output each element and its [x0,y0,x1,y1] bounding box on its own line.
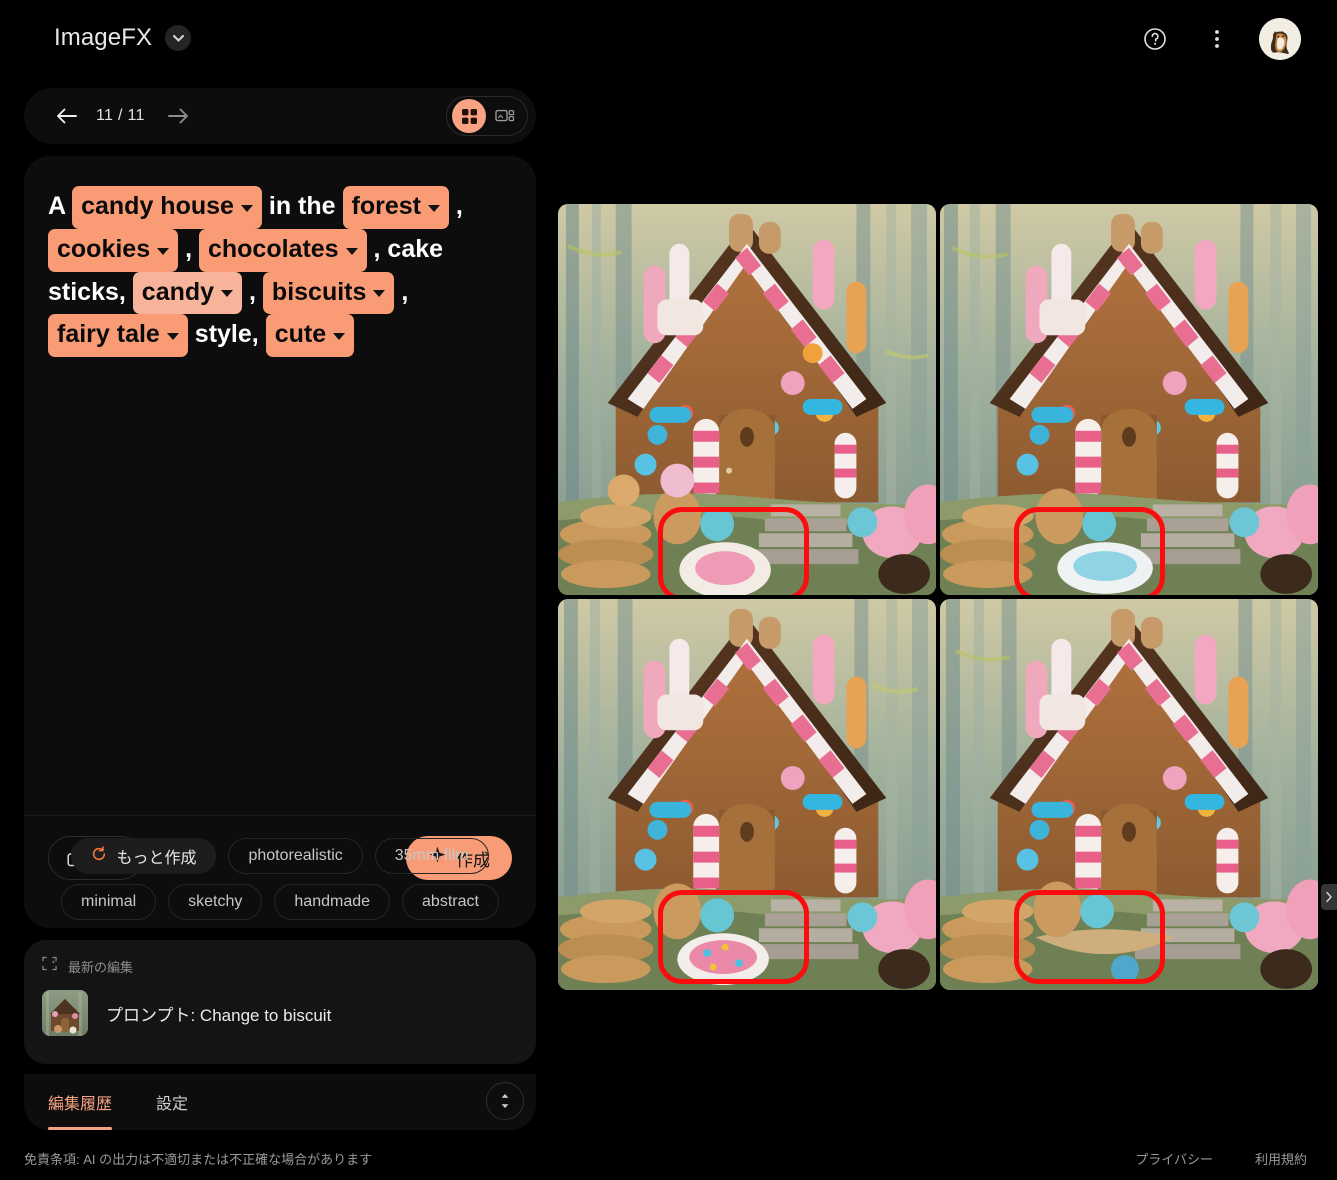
style-chip-photorealistic[interactable]: photorealistic [228,838,363,874]
prompt-chip-chocolates[interactable]: chocolates [198,228,367,272]
terms-link[interactable]: 利用規約 [1255,1149,1307,1168]
prompt-text-6: , [185,234,193,263]
style-chip-label: sketchy [188,893,243,910]
history-entry[interactable]: プロンプト: Change to biscuit [42,990,518,1036]
tab-label: 編集履歴 [48,1096,113,1113]
chip-label: chocolates [207,234,339,263]
left-panel: 11 / 11 A candy house in the forest , co… [24,88,536,1130]
chevron-down-icon [333,333,346,341]
chevron-down-icon [221,290,234,298]
expand-collapse-icon[interactable] [486,1082,524,1120]
chevron-down-icon[interactable] [165,25,192,51]
chevron-down-icon [345,247,358,255]
footer-links: プライバシー 利用規約 [1135,1149,1307,1168]
refresh-icon [91,845,107,867]
gallery-image-1[interactable] [558,204,936,595]
prompt-chip-biscuits[interactable]: biscuits [262,271,395,315]
chevron-down-icon [427,204,440,212]
divider [24,815,536,816]
style-chip-label: minimal [81,893,137,910]
chevron-down-icon [240,204,253,212]
history-entry-label: プロンプト: Change to biscuit [106,1005,332,1025]
style-chip-sketchy[interactable]: sketchy [168,884,263,920]
chip-label: candy [141,277,215,306]
latest-edit-header: 最新の編集 [42,956,518,976]
style-suggestions: もっと作成 photorealistic 35mm film minimal s… [24,838,536,920]
gallery-nav-bar: 11 / 11 [24,88,536,144]
prompt-card: A candy house in the forest , cookies , … [24,156,536,928]
latest-edit-label: 最新の編集 [68,959,134,975]
tab-settings[interactable]: 設定 [156,1074,188,1130]
style-chip-label: photorealistic [248,847,343,864]
app-header: ImageFX [0,0,1337,78]
style-chip-label: abstract [422,893,479,910]
prompt-chip-cute[interactable]: cute [265,314,355,357]
prompt-chip-cookies[interactable]: cookies [48,228,179,272]
disclaimer-text: 免責条項: AI の出力は不適切または不正確な場合があります [24,1151,373,1167]
history-thumbnail [42,990,88,1036]
chip-label: forest [351,192,421,220]
more-vertical-icon[interactable] [1197,19,1237,59]
gallery-image-2[interactable] [940,204,1318,595]
prompt-chip-forest[interactable]: forest [342,186,449,229]
prompt-text-12: , [401,277,409,306]
prompt-chip-candy[interactable]: candy [132,271,243,315]
prompt-chip-candy-house[interactable]: candy house [72,186,262,229]
prompt-text-4: , [455,192,463,220]
app-title: ImageFX [54,24,153,51]
page-counter: 11 / 11 [96,107,145,124]
style-chip-label: 35mm film [394,847,469,864]
style-chip-abstract[interactable]: abstract [402,884,499,920]
detail-view-icon[interactable] [488,99,522,133]
tab-edit-history[interactable]: 編集履歴 [48,1074,113,1130]
style-chip-generate-more[interactable]: もっと作成 [71,838,217,874]
view-mode-toggle [446,96,528,136]
prompt-chip-fairy-tale[interactable]: fairy tale [48,314,188,357]
style-chip-minimal[interactable]: minimal [61,884,157,920]
arrow-left-icon[interactable] [50,99,84,133]
style-chip-35mm-film[interactable]: 35mm film [374,838,489,874]
collapse-panel-icon[interactable] [1321,884,1337,910]
tab-label: 設定 [156,1096,189,1113]
app-footer: 免責条項: AI の出力は不適切または不正確な場合があります プライバシー 利用… [0,1136,1337,1180]
chip-label: cookies [57,234,151,263]
style-chip-handmade[interactable]: handmade [274,884,391,920]
chip-label: cute [274,320,327,349]
chip-label: fairy tale [57,320,160,349]
sparkle-frame-icon [42,956,57,976]
privacy-link[interactable]: プライバシー [1135,1149,1213,1168]
chevron-down-icon [166,333,179,341]
style-chip-label: もっと作成 [116,850,197,867]
chevron-down-icon [157,247,170,255]
gallery-image-4[interactable] [940,599,1318,990]
chip-label: biscuits [271,277,367,306]
chevron-down-icon [373,290,386,298]
prompt-text-10: , [249,277,256,306]
header-actions [1135,18,1301,60]
prompt-editor[interactable]: A candy house in the forest , cookies , … [24,156,536,357]
panel-tabs: 編集履歴 設定 [24,1074,536,1130]
style-row-1: もっと作成 photorealistic 35mm film [71,838,489,874]
chip-label: candy house [81,192,234,220]
arrow-right-icon[interactable] [161,99,195,133]
avatar[interactable] [1259,18,1301,60]
brand[interactable]: ImageFX [54,24,192,52]
style-row-2: minimal sketchy handmade abstract [61,884,499,920]
prompt-text-0: A [48,192,66,220]
image-gallery-grid [558,204,1318,990]
latest-edit-card: 最新の編集 プロンプト: Change to biscuit [24,940,536,1064]
gallery-image-3[interactable] [558,599,936,990]
prompt-text-2: in the [268,192,336,220]
prompt-text-14: style, [194,320,259,349]
help-circle-icon[interactable] [1135,19,1175,59]
style-chip-label: handmade [294,893,371,910]
grid-view-icon[interactable] [452,99,486,133]
